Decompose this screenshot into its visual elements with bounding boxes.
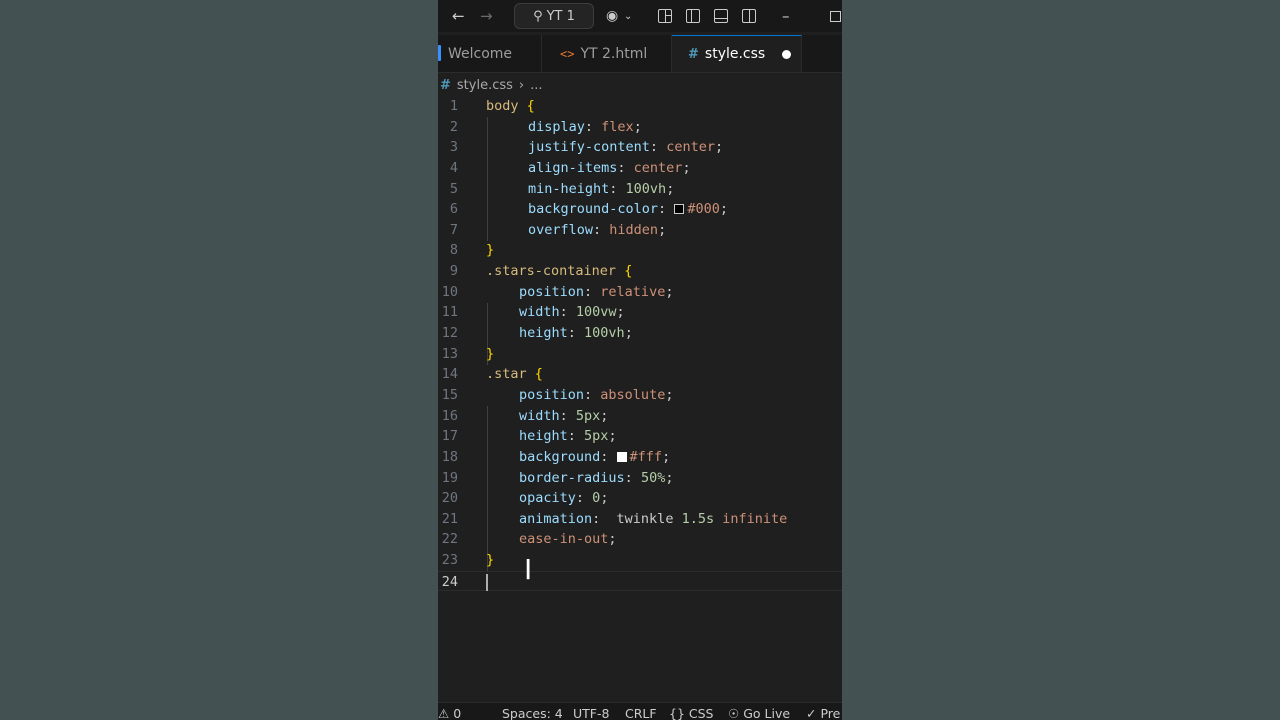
minimize-icon[interactable]: – [782,6,790,26]
code-line: 21 animation: twinkle 1.5s infinite [441,510,788,527]
status-bar: ⚠ 0 Spaces: 4 UTF-8 CRLF {} CSS ☉ Go Liv… [438,702,842,720]
code-line: 16 width: 5px; [441,407,609,424]
prettier-indicator[interactable]: ✓ Pre [806,706,840,720]
tab-style-css[interactable]: # style.css [672,35,802,72]
braces-icon: {} [669,706,685,720]
toggle-secondary-sidebar-icon[interactable] [742,6,756,26]
tab-welcome[interactable]: Welcome [438,35,542,72]
eol-indicator[interactable]: CRLF [625,706,657,720]
breadcrumb-ellipsis[interactable]: ... [530,78,542,93]
encoding-indicator[interactable]: UTF-8 [573,706,609,720]
code-line: 11 width: 100vw; [441,304,625,321]
code-line: 17 height: 5px; [441,428,617,445]
chevron-right-icon: › [518,77,525,93]
code-editor[interactable]: 1 body { 2 display: flex; 3 justify-content… [438,96,842,696]
tab-label: style.css [704,46,766,62]
arrow-right-icon[interactable]: → [480,6,493,26]
color-swatch-icon[interactable] [616,451,627,462]
search-icon: ⚲ [533,8,543,24]
maximize-icon[interactable] [830,6,841,26]
code-line: 10 position: relative; [441,283,674,300]
code-line: 20 opacity: 0; [441,490,609,507]
ibeam-cursor-icon: I [524,553,533,586]
code-line: 14 .star { [441,366,543,383]
unsaved-dot-icon[interactable] [782,50,791,59]
code-line: 5 min-height: 100vh; [449,180,675,197]
toggle-sidebar-icon[interactable] [686,6,700,26]
warning-icon: ⚠ [438,706,450,720]
tab-label: YT 2.html [580,45,648,62]
code-line: 9 .stars-container { [449,263,633,280]
vscode-window: ← → ⚲ YT 1 ◉ ⌄ – Welcome <> YT 2.html # … [438,0,842,720]
code-line: 18 background: #fff; [441,448,671,465]
check-icon: ✓ [806,706,817,720]
code-line: 12 height: 100vh; [441,325,633,342]
code-line: 22 ease-in-out; [441,531,617,548]
language-indicator[interactable]: {} CSS [669,706,714,720]
breadcrumb: # style.css › ... [438,74,842,96]
color-swatch-icon[interactable] [674,204,685,215]
welcome-accent-icon [438,45,441,61]
code-line-current: 24 [438,570,842,592]
code-line: 7 overflow: hidden; [449,221,667,238]
code-line: 3 justify-content: center; [449,139,724,156]
code-line: 23} [441,552,495,569]
title-bar: ← → ⚲ YT 1 ◉ ⌄ – [438,0,842,32]
code-line: 15 position: absolute; [441,386,674,403]
text-cursor [486,573,488,591]
code-line: 1 body { [449,98,535,114]
search-label: YT 1 [546,8,575,24]
css-file-icon: # [688,46,699,62]
problems-indicator[interactable]: ⚠ 0 [438,706,461,720]
background-left [0,0,438,720]
code-line: 19 border-radius: 50%; [441,469,674,486]
html-file-icon: <> [560,46,575,61]
toggle-panel-icon[interactable] [714,6,728,26]
tab-yt2-html[interactable]: <> YT 2.html [542,35,672,72]
css-file-icon: # [440,77,451,93]
indentation-indicator[interactable]: Spaces: 4 [502,706,563,720]
arrow-left-icon[interactable]: ← [452,6,465,26]
code-line: 4 align-items: center; [449,159,691,176]
command-center-search[interactable]: ⚲ YT 1 [514,3,594,29]
background-right [842,0,1280,720]
tab-label: Welcome [448,45,513,62]
editor-tabs: Welcome <> YT 2.html # style.css [438,35,842,73]
broadcast-icon: ☉ [728,706,740,720]
copilot-icon[interactable]: ◉ [606,6,618,26]
code-line: 2 display: flex; [449,118,642,135]
breadcrumb-file[interactable]: style.css [457,78,513,93]
customize-layout-icon[interactable] [658,6,672,26]
chevron-down-icon[interactable]: ⌄ [624,6,632,26]
code-line: 6 background-color: #000; [449,201,728,218]
code-line: 13} [441,345,495,362]
code-line: 8} [449,242,495,259]
go-live-button[interactable]: ☉ Go Live [728,706,790,720]
